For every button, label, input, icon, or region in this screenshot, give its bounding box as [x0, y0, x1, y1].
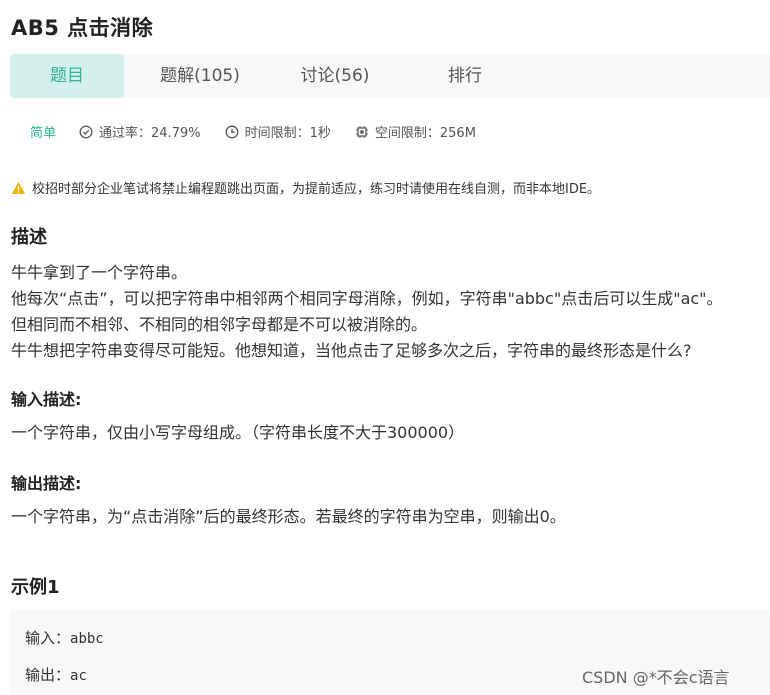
tab-solutions[interactable]: 题解(105) [124, 54, 276, 98]
example-output: 输出：ac [25, 664, 87, 685]
description-line: 牛牛想把字符串变得尽可能短。他想知道，当他点击了足够多次之后，字符串的最终形态是… [11, 341, 692, 360]
output-description-heading: 输出描述: [11, 474, 82, 493]
pass-rate-text: 通过率：24.79% [99, 126, 201, 141]
description-line: 但相同而不相邻、不相同的相邻字母都是不可以被消除的。 [11, 315, 428, 334]
input-description-heading: 输入描述: [11, 390, 82, 409]
watermark: CSDN @*不会c语言 [582, 668, 730, 687]
chip-icon [355, 125, 368, 138]
description-line: 牛牛拿到了一个字符串。 [11, 263, 188, 282]
warning-icon [11, 181, 26, 194]
tab-discussion[interactable]: 讨论(56) [276, 54, 394, 98]
time-limit-text: 时间限制：1秒 [244, 126, 331, 141]
tab-problem[interactable]: 题目 [10, 54, 124, 98]
example-output-value: ac [70, 668, 87, 684]
pass-rate: 通过率：24.79% [79, 122, 201, 141]
check-circle-icon [79, 125, 93, 138]
warning-text: 校招时部分企业笔试将禁止编程题跳出页面，为提前适应，练习时请使用在线自测，而非本… [32, 182, 601, 197]
output-description-text: 一个字符串，为“点击消除”后的最终形态。若最终的字符串为空串，则输出0。 [11, 507, 566, 526]
example-input: 输入：abbc [25, 627, 104, 648]
page-title: AB5 点击消除 [11, 16, 154, 40]
problem-tabs: 题目 题解(105) 讨论(56) 排行 [10, 54, 770, 98]
tab-ranking[interactable]: 排行 [394, 54, 536, 98]
time-limit: 时间限制：1秒 [225, 122, 331, 141]
exam-warning: 校招时部分企业笔试将禁止编程题跳出页面，为提前适应，练习时请使用在线自测，而非本… [11, 178, 600, 197]
space-limit: 空间限制：256M [355, 122, 476, 141]
description-heading: 描述 [11, 227, 47, 248]
space-limit-text: 空间限制：256M [374, 126, 476, 141]
example-output-label: 输出： [25, 666, 71, 684]
difficulty-badge: 简单 [30, 126, 57, 141]
clock-icon [225, 125, 239, 138]
input-description-text: 一个字符串，仅由小写字母组成。（字符串长度不大于300000） [11, 423, 465, 442]
description-line: 他每次“点击”，可以把字符串中相邻两个相同字母消除，例如，字符串"abbc"点击… [11, 289, 723, 308]
example-input-label: 输入： [25, 629, 71, 647]
problem-meta: 简单 通过率：24.79% 时间限制：1秒 空间限制：256M [30, 122, 500, 141]
example-input-value: abbc [70, 631, 104, 647]
example-heading: 示例1 [11, 577, 60, 598]
